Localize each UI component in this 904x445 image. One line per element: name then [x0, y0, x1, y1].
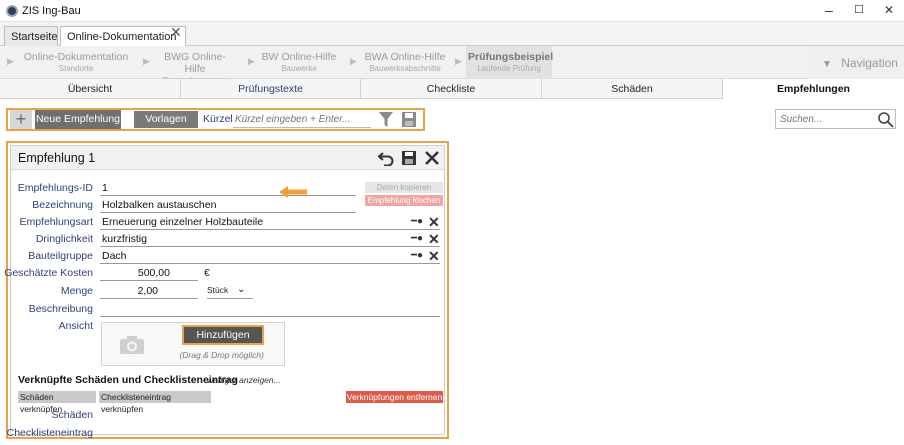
- pin-icon[interactable]: ━●: [411, 233, 423, 244]
- tab-pruefungstexte[interactable]: Prüfungstexte: [181, 79, 361, 99]
- dringlichkeit-label: Dringlichkeit: [35, 233, 93, 245]
- window-title: ZIS Ing-Bau: [22, 5, 81, 17]
- vorlagen-button[interactable]: Vorlagen: [134, 111, 198, 128]
- clear-icon[interactable]: ✕: [428, 249, 440, 263]
- tab-checkliste[interactable]: Checkliste: [361, 79, 542, 99]
- menge-label: Menge: [60, 285, 93, 297]
- tab-label: Online-Dokumentation: [67, 31, 177, 43]
- clear-icon[interactable]: ✕: [428, 215, 440, 229]
- empfehlungsart-field[interactable]: Erneuerung einzelner Holzbauteile: [100, 216, 440, 230]
- breadcrumb-arrow-icon: ▶: [248, 56, 255, 66]
- verknuepfungen-entfernen-button[interactable]: Verknüpfungen entfernen: [346, 391, 443, 403]
- hinzufuegen-button[interactable]: Hinzufügen: [184, 327, 262, 343]
- breadcrumb-sublabel: Bauwerke: [281, 64, 317, 73]
- dringlichkeit-field[interactable]: kurzfristig: [100, 233, 440, 247]
- breadcrumb: [0, 46, 904, 79]
- bezeichnung-field[interactable]: Holzbalken austauschen: [100, 199, 356, 213]
- search-box: [775, 109, 896, 129]
- breadcrumb-item-bauwerksabschnitte[interactable]: BWA Online-Hilfe Bauwerksabschnitte: [362, 51, 448, 74]
- drag-drop-hint: (Drag & Drop möglich): [179, 350, 264, 360]
- checklisteneintrag-label: Checklisteneintrag: [6, 427, 93, 439]
- ansicht-label: Ansicht: [58, 320, 93, 332]
- tab-schaeden[interactable]: Schäden: [542, 79, 723, 99]
- kurzel-input[interactable]: [233, 111, 371, 128]
- new-empfehlung-button[interactable]: Neue Empfehlung: [35, 110, 121, 129]
- empfehlung-loeschen-button[interactable]: Empfehlung löschen: [365, 195, 443, 206]
- arrow-left-icon: [279, 186, 307, 198]
- currency-unit: €: [204, 267, 210, 279]
- empfehlungs-id-label: Empfehlungs-ID: [17, 182, 93, 194]
- breadcrumb-sublabel: Standorte: [58, 64, 94, 73]
- daten-kopieren-button[interactable]: Daten kopieren: [365, 182, 443, 193]
- panel-header: Empfehlung 1: [11, 146, 444, 170]
- empfehlung-toolbar: + Neue Empfehlung Vorlagen Kürzel: [6, 108, 425, 131]
- navigation-button[interactable]: ▼ Navigation: [808, 46, 904, 79]
- checkliste-verknuepfen-button[interactable]: Checklisteneintrag verknüpfen: [99, 391, 211, 414]
- add-icon[interactable]: +: [10, 110, 32, 129]
- ansicht-dropzone[interactable]: Hinzufügen (Drag & Drop möglich): [101, 322, 285, 366]
- unit-select[interactable]: Stück ⌄: [207, 284, 253, 299]
- empfehlung-panel: Empfehlung 1 Empfehlungs-ID 1 Daten kopi…: [4, 141, 449, 439]
- pin-icon[interactable]: ━●: [411, 250, 423, 261]
- bezeichnung-label: Bezeichnung: [32, 199, 93, 211]
- verknuepfte-title: Verknüpfte Schäden und Checklisteneintra…: [18, 374, 238, 386]
- close-icon[interactable]: [424, 150, 440, 166]
- breadcrumb-arrow-icon: ▶: [455, 56, 462, 66]
- kurzel-label: Kürzel: [203, 113, 233, 125]
- weniger-anzeigen-link[interactable]: weniger anzeigen...: [207, 375, 281, 385]
- breadcrumb-label: Prüfungsbeispiel: [468, 51, 554, 63]
- tab-label: Startseite: [11, 31, 58, 43]
- breadcrumb-item-standorte[interactable]: Online-Dokumentation Standorte: [22, 51, 130, 74]
- breadcrumb-label: BWG Online-Hilfe: [164, 51, 226, 75]
- tab-online-dokumentation[interactable]: Online-Dokumentation: [60, 26, 186, 46]
- bauteilgruppe-label: Bauteilgruppe: [28, 250, 93, 262]
- schaeden-verknuepfen-button[interactable]: Schäden verknüpfen: [18, 391, 96, 414]
- section-tab-bar: Übersicht Prüfungstexte Checkliste Schäd…: [0, 79, 904, 99]
- undo-icon[interactable]: [378, 150, 394, 166]
- beschreibung-label: Beschreibung: [28, 303, 93, 315]
- tab-uebersicht[interactable]: Übersicht: [0, 79, 181, 99]
- triangle-down-icon: ▼: [822, 59, 832, 70]
- search-input[interactable]: [778, 111, 873, 127]
- schaeden-label: Schäden: [51, 409, 93, 421]
- breadcrumb-sublabel: Bauwerksabschnitte: [369, 64, 441, 73]
- breadcrumb-arrow-icon: ▶: [143, 56, 150, 66]
- tab-close-icon[interactable]: ✕: [170, 24, 182, 40]
- pin-icon[interactable]: ━●: [411, 216, 423, 227]
- close-window-button[interactable]: ✕: [874, 0, 904, 22]
- empfehlungsart-label: Empfehlungsart: [19, 216, 93, 228]
- tab-startseite[interactable]: Startseite: [4, 26, 58, 46]
- maximize-button[interactable]: ☐: [844, 0, 874, 22]
- save-icon[interactable]: [401, 111, 417, 128]
- navigation-label: Navigation: [841, 56, 898, 70]
- breadcrumb-item-bauwerke[interactable]: BW Online-Hilfe Bauwerke: [260, 51, 338, 74]
- breadcrumb-arrow-icon: ▶: [7, 56, 14, 66]
- empfehlung-form: Empfehlung 1 Empfehlungs-ID 1 Daten kopi…: [4, 145, 445, 439]
- minimize-button[interactable]: –: [814, 0, 844, 22]
- beschreibung-field[interactable]: [100, 303, 440, 317]
- search-icon[interactable]: [877, 111, 894, 128]
- document-tab-bar: Startseite Online-Dokumentation ✕: [0, 22, 904, 65]
- breadcrumb-sublabel: Laufende Prüfung: [477, 64, 541, 73]
- hinzufuegen-highlight: Hinzufügen: [182, 325, 264, 345]
- breadcrumb-arrow-icon: ▶: [350, 56, 357, 66]
- geschaetzte-kosten-label: Geschätzte Kosten: [4, 267, 93, 279]
- filter-icon[interactable]: [378, 110, 394, 129]
- save-icon[interactable]: [401, 150, 417, 166]
- empfehlungs-id-field[interactable]: 1: [100, 182, 356, 196]
- panel-title: Empfehlung 1: [18, 151, 96, 165]
- tab-empfehlungen[interactable]: Empfehlungen: [723, 79, 904, 99]
- title-bar: ZIS Ing-Bau – ☐ ✕: [0, 0, 904, 22]
- bauteilgruppe-field[interactable]: Dach: [100, 250, 440, 264]
- app-logo-icon: [6, 5, 18, 17]
- clear-icon[interactable]: ✕: [428, 232, 440, 246]
- chevron-down-icon: ⌄: [237, 284, 246, 295]
- geschaetzte-kosten-field[interactable]: 500,00: [100, 267, 198, 281]
- breadcrumb-item-pruefungsbeispiel[interactable]: Prüfungsbeispiel Laufende Prüfung: [468, 51, 554, 74]
- breadcrumb-label: Online-Dokumentation: [23, 51, 129, 63]
- breadcrumb-label: BWA Online-Hilfe: [364, 51, 446, 63]
- breadcrumb-label: BW Online-Hilfe: [261, 51, 337, 63]
- menge-field[interactable]: 2,00: [100, 285, 198, 299]
- unit-select-value: Stück: [207, 285, 229, 295]
